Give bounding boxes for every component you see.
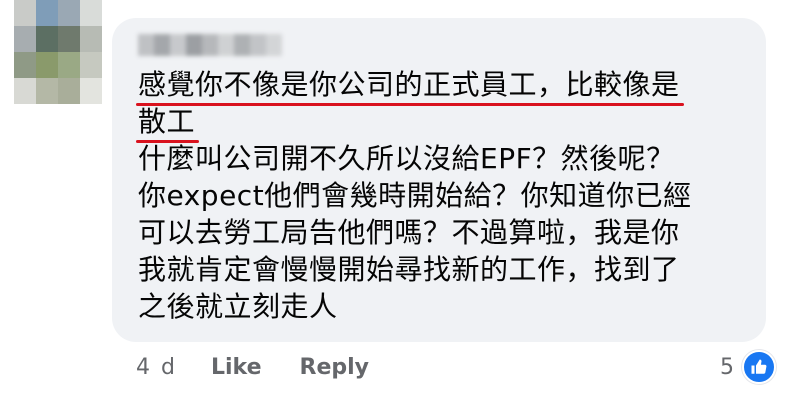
author-name-blurred[interactable] <box>138 32 282 58</box>
thumbs-up-icon <box>742 350 776 384</box>
reply-button[interactable]: Reply <box>300 355 370 380</box>
comment-line-1: 感覺你不像是你公司的正式員工，比較像是 <box>136 66 758 106</box>
reaction-summary[interactable]: 5 <box>720 350 776 384</box>
comment-timestamp[interactable]: 4 d <box>136 355 177 380</box>
comment-line-7: 之後就立刻走人 <box>138 290 338 323</box>
red-underline-mark <box>136 140 200 143</box>
comment-line-6: 我就肯定會慢慢開始尋找新的工作，找到了 <box>138 253 680 286</box>
comment-line-5: 可以去勞工局告他們嗎？不過算啦，我是你 <box>138 216 680 249</box>
comment-bubble: 感覺你不像是你公司的正式員工，比較像是 散工 什麼叫公司開不久所以沒給EPF？然… <box>112 18 766 342</box>
avatar[interactable] <box>14 0 102 104</box>
underlined-phrase: 感覺你不像是你公司的正式員工，比較像是 <box>136 66 684 106</box>
comment-text: 感覺你不像是你公司的正式員工，比較像是 散工 什麼叫公司開不久所以沒給EPF？然… <box>136 66 758 325</box>
comment-line-2: 散工 <box>136 103 758 143</box>
red-underline-mark <box>136 103 684 106</box>
underlined-phrase-continued: 散工 <box>136 103 200 143</box>
comment-line-3: 什麼叫公司開不久所以沒給EPF？然後呢？ <box>138 142 675 175</box>
reaction-count: 5 <box>720 354 734 380</box>
comment-screenshot: 感覺你不像是你公司的正式員工，比較像是 散工 什麼叫公司開不久所以沒給EPF？然… <box>0 0 800 401</box>
like-button[interactable]: Like <box>211 355 262 380</box>
comment-actions: 4 d Like Reply <box>136 352 407 382</box>
comment-line-4: 你expect他們會幾時開始給？你知道你已經 <box>138 179 692 212</box>
